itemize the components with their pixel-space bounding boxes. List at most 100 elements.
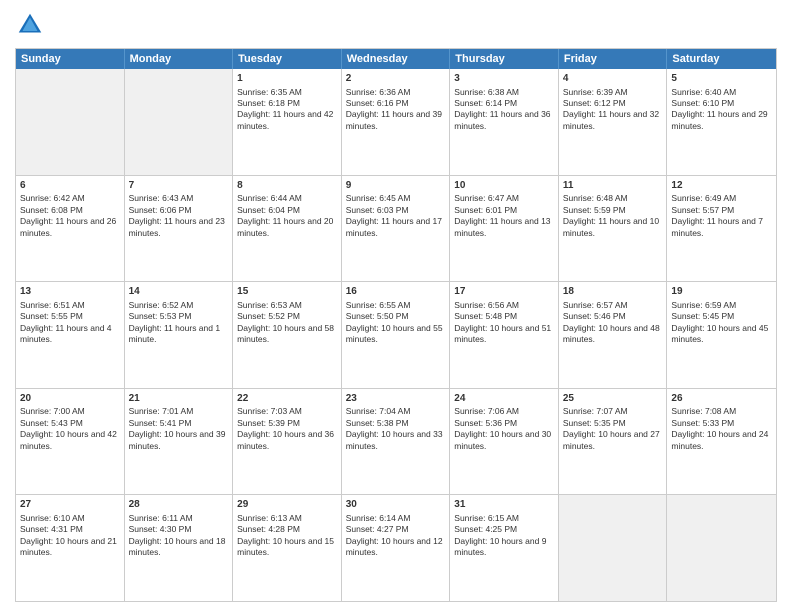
weekday-header: Thursday — [450, 49, 559, 69]
day-info-line: Daylight: 10 hours and 30 minutes. — [454, 429, 554, 452]
day-info-line: Sunrise: 6:56 AM — [454, 300, 554, 311]
day-info-line: Sunset: 5:46 PM — [563, 311, 663, 322]
day-info-line: Sunset: 5:57 PM — [671, 205, 772, 216]
day-number: 3 — [454, 72, 554, 86]
weekday-header: Saturday — [667, 49, 776, 69]
day-info-line: Daylight: 10 hours and 21 minutes. — [20, 536, 120, 559]
day-info-line: Sunset: 6:08 PM — [20, 205, 120, 216]
calendar-header: SundayMondayTuesdayWednesdayThursdayFrid… — [16, 49, 776, 69]
day-info-line: Sunrise: 6:51 AM — [20, 300, 120, 311]
day-info-line: Sunrise: 6:36 AM — [346, 87, 446, 98]
day-info-line: Daylight: 10 hours and 24 minutes. — [671, 429, 772, 452]
calendar-cell: 26Sunrise: 7:08 AMSunset: 5:33 PMDayligh… — [667, 389, 776, 495]
day-info-line: Sunrise: 6:47 AM — [454, 193, 554, 204]
calendar-cell: 16Sunrise: 6:55 AMSunset: 5:50 PMDayligh… — [342, 282, 451, 388]
day-number: 25 — [563, 392, 663, 406]
day-info-line: Sunrise: 6:48 AM — [563, 193, 663, 204]
day-info-line: Daylight: 10 hours and 27 minutes. — [563, 429, 663, 452]
calendar-cell: 18Sunrise: 6:57 AMSunset: 5:46 PMDayligh… — [559, 282, 668, 388]
day-info-line: Daylight: 11 hours and 23 minutes. — [129, 216, 229, 239]
day-info-line: Sunset: 5:59 PM — [563, 205, 663, 216]
day-info-line: Sunset: 6:14 PM — [454, 98, 554, 109]
calendar-cell: 10Sunrise: 6:47 AMSunset: 6:01 PMDayligh… — [450, 176, 559, 282]
day-info-line: Daylight: 10 hours and 33 minutes. — [346, 429, 446, 452]
calendar-cell: 23Sunrise: 7:04 AMSunset: 5:38 PMDayligh… — [342, 389, 451, 495]
calendar-cell: 3Sunrise: 6:38 AMSunset: 6:14 PMDaylight… — [450, 69, 559, 175]
day-info-line: Daylight: 11 hours and 20 minutes. — [237, 216, 337, 239]
day-info-line: Sunrise: 6:11 AM — [129, 513, 229, 524]
day-info-line: Sunrise: 6:39 AM — [563, 87, 663, 98]
day-info-line: Daylight: 10 hours and 51 minutes. — [454, 323, 554, 346]
day-info-line: Sunset: 4:30 PM — [129, 524, 229, 535]
day-info-line: Daylight: 11 hours and 7 minutes. — [671, 216, 772, 239]
day-info-line: Daylight: 10 hours and 9 minutes. — [454, 536, 554, 559]
day-info-line: Daylight: 11 hours and 29 minutes. — [671, 109, 772, 132]
day-info-line: Sunset: 5:48 PM — [454, 311, 554, 322]
calendar-cell: 13Sunrise: 6:51 AMSunset: 5:55 PMDayligh… — [16, 282, 125, 388]
day-info-line: Sunset: 4:25 PM — [454, 524, 554, 535]
day-info-line: Sunset: 4:28 PM — [237, 524, 337, 535]
day-info-line: Sunrise: 6:49 AM — [671, 193, 772, 204]
day-info-line: Daylight: 10 hours and 15 minutes. — [237, 536, 337, 559]
weekday-header: Sunday — [16, 49, 125, 69]
day-info-line: Sunset: 6:12 PM — [563, 98, 663, 109]
weekday-header: Tuesday — [233, 49, 342, 69]
calendar-cell: 12Sunrise: 6:49 AMSunset: 5:57 PMDayligh… — [667, 176, 776, 282]
day-info-line: Sunset: 5:55 PM — [20, 311, 120, 322]
day-info-line: Daylight: 11 hours and 26 minutes. — [20, 216, 120, 239]
day-info-line: Sunset: 5:38 PM — [346, 418, 446, 429]
day-info-line: Sunrise: 6:57 AM — [563, 300, 663, 311]
day-info-line: Sunrise: 6:45 AM — [346, 193, 446, 204]
day-info-line: Daylight: 10 hours and 18 minutes. — [129, 536, 229, 559]
day-info-line: Sunrise: 7:01 AM — [129, 406, 229, 417]
day-info-line: Sunset: 6:16 PM — [346, 98, 446, 109]
day-info-line: Sunrise: 7:03 AM — [237, 406, 337, 417]
day-info-line: Daylight: 10 hours and 58 minutes. — [237, 323, 337, 346]
day-info-line: Sunrise: 7:08 AM — [671, 406, 772, 417]
header — [15, 10, 777, 40]
calendar-cell: 20Sunrise: 7:00 AMSunset: 5:43 PMDayligh… — [16, 389, 125, 495]
day-info-line: Sunset: 6:04 PM — [237, 205, 337, 216]
day-number: 12 — [671, 179, 772, 193]
day-number: 31 — [454, 498, 554, 512]
calendar-row: 20Sunrise: 7:00 AMSunset: 5:43 PMDayligh… — [16, 389, 776, 496]
calendar-cell: 4Sunrise: 6:39 AMSunset: 6:12 PMDaylight… — [559, 69, 668, 175]
day-number: 4 — [563, 72, 663, 86]
day-info-line: Sunrise: 6:10 AM — [20, 513, 120, 524]
calendar-cell: 14Sunrise: 6:52 AMSunset: 5:53 PMDayligh… — [125, 282, 234, 388]
day-info-line: Sunrise: 6:53 AM — [237, 300, 337, 311]
day-info-line: Sunrise: 6:13 AM — [237, 513, 337, 524]
day-number: 11 — [563, 179, 663, 193]
day-number: 15 — [237, 285, 337, 299]
day-number: 9 — [346, 179, 446, 193]
calendar-row: 6Sunrise: 6:42 AMSunset: 6:08 PMDaylight… — [16, 176, 776, 283]
calendar-row: 27Sunrise: 6:10 AMSunset: 4:31 PMDayligh… — [16, 495, 776, 601]
calendar-body: 1Sunrise: 6:35 AMSunset: 6:18 PMDaylight… — [16, 69, 776, 601]
calendar-cell: 21Sunrise: 7:01 AMSunset: 5:41 PMDayligh… — [125, 389, 234, 495]
day-info-line: Sunset: 5:39 PM — [237, 418, 337, 429]
day-info-line: Daylight: 11 hours and 1 minute. — [129, 323, 229, 346]
calendar-cell: 17Sunrise: 6:56 AMSunset: 5:48 PMDayligh… — [450, 282, 559, 388]
day-info-line: Daylight: 11 hours and 36 minutes. — [454, 109, 554, 132]
day-info-line: Daylight: 11 hours and 13 minutes. — [454, 216, 554, 239]
day-number: 10 — [454, 179, 554, 193]
day-info-line: Sunrise: 6:14 AM — [346, 513, 446, 524]
calendar-cell: 5Sunrise: 6:40 AMSunset: 6:10 PMDaylight… — [667, 69, 776, 175]
logo — [15, 10, 49, 40]
day-info-line: Sunset: 5:41 PM — [129, 418, 229, 429]
calendar-cell — [667, 495, 776, 601]
day-number: 22 — [237, 392, 337, 406]
day-number: 17 — [454, 285, 554, 299]
calendar-cell: 19Sunrise: 6:59 AMSunset: 5:45 PMDayligh… — [667, 282, 776, 388]
day-number: 27 — [20, 498, 120, 512]
day-number: 13 — [20, 285, 120, 299]
day-number: 23 — [346, 392, 446, 406]
day-info-line: Sunset: 5:36 PM — [454, 418, 554, 429]
weekday-header: Monday — [125, 49, 234, 69]
logo-icon — [15, 10, 45, 40]
day-number: 28 — [129, 498, 229, 512]
calendar-cell — [559, 495, 668, 601]
calendar-row: 1Sunrise: 6:35 AMSunset: 6:18 PMDaylight… — [16, 69, 776, 176]
calendar-cell: 30Sunrise: 6:14 AMSunset: 4:27 PMDayligh… — [342, 495, 451, 601]
calendar-cell: 15Sunrise: 6:53 AMSunset: 5:52 PMDayligh… — [233, 282, 342, 388]
